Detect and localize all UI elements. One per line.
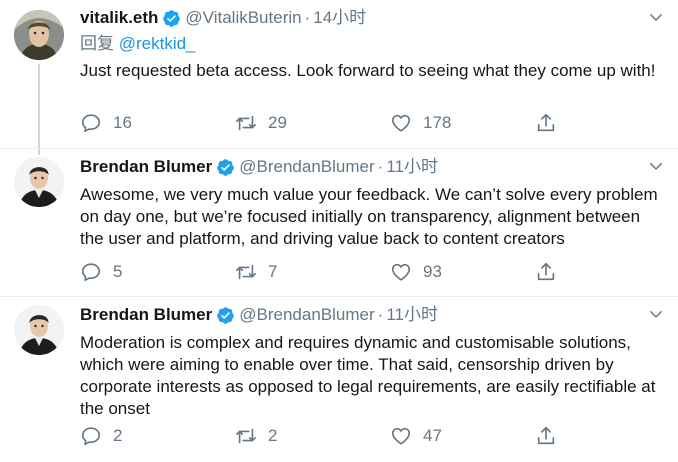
timestamp[interactable]: 11小时 (386, 155, 438, 179)
share-button[interactable] (535, 112, 678, 134)
verified-badge-icon (216, 306, 235, 325)
retweet-count: 2 (268, 426, 278, 445)
tweet-actions: 5 7 93 (80, 260, 678, 284)
retweet-icon (235, 112, 257, 134)
user-handle[interactable]: @BrendanBlumer (239, 303, 374, 327)
like-button[interactable]: 178 (390, 112, 535, 134)
retweet-icon (235, 261, 257, 283)
user-handle[interactable]: @BrendanBlumer (239, 155, 374, 179)
reply-prefix: 回复 (80, 34, 114, 53)
chevron-down-icon[interactable] (647, 8, 665, 26)
chevron-down-icon[interactable] (647, 157, 665, 175)
heart-icon (390, 425, 412, 447)
display-name[interactable]: Brendan Blumer (80, 155, 212, 179)
retweet-icon (235, 425, 257, 447)
thread-line (38, 149, 40, 155)
avatar[interactable] (14, 305, 64, 355)
share-button[interactable] (535, 425, 678, 447)
retweet-button[interactable]: 7 (235, 261, 390, 283)
display-name[interactable]: Brendan Blumer (80, 303, 212, 327)
avatar[interactable] (14, 10, 64, 60)
tweet-actions: 2 2 47 (80, 424, 678, 448)
like-count: 178 (423, 113, 452, 132)
reply-button[interactable]: 2 (80, 425, 235, 447)
separator-dot: · (377, 157, 384, 176)
like-button[interactable]: 93 (390, 261, 535, 283)
tweet-text: Moderation is complex and requires dynam… (80, 333, 656, 418)
share-icon (535, 261, 557, 283)
timestamp[interactable]: 11小时 (386, 303, 438, 327)
tweet-text: Awesome, we very much value your feedbac… (80, 185, 658, 248)
share-icon (535, 425, 557, 447)
separator-dot: · (304, 8, 311, 27)
retweet-count: 29 (268, 113, 287, 132)
heart-icon (390, 261, 412, 283)
user-handle[interactable]: @VitalikButerin (185, 6, 301, 30)
reply-button[interactable]: 16 (80, 112, 235, 134)
reply-button[interactable]: 5 (80, 261, 235, 283)
reply-count: 2 (113, 426, 123, 445)
tweet[interactable]: Brendan Blumer @BrendanBlumer · 11小时 Mod… (0, 296, 678, 462)
verified-badge-icon (216, 158, 235, 177)
share-button[interactable] (535, 261, 678, 283)
thread-line (38, 64, 40, 148)
tweet-actions: 16 29 178 (80, 111, 678, 135)
reply-count: 5 (113, 262, 123, 281)
reply-count: 16 (113, 113, 132, 132)
verified-badge-icon (162, 9, 181, 28)
reply-mention-link[interactable]: @rektkid_ (119, 34, 196, 53)
tweet[interactable]: vitalik.eth @VitalikButerin · 14小时 回复 @r… (0, 0, 678, 148)
retweet-count: 7 (268, 262, 278, 281)
like-button[interactable]: 47 (390, 425, 535, 447)
share-icon (535, 112, 557, 134)
retweet-button[interactable]: 2 (235, 425, 390, 447)
like-count: 93 (423, 262, 442, 281)
chevron-down-icon[interactable] (647, 305, 665, 323)
avatar[interactable] (14, 157, 64, 207)
reply-icon (80, 112, 102, 134)
timestamp[interactable]: 14小时 (313, 6, 366, 30)
reply-icon (80, 425, 102, 447)
retweet-button[interactable]: 29 (235, 112, 390, 134)
display-name[interactable]: vitalik.eth (80, 6, 158, 30)
separator-dot: · (377, 305, 384, 324)
reply-context: 回复 @rektkid_ (80, 33, 665, 55)
tweet-text: Just requested beta access. Look forward… (80, 61, 656, 80)
tweet[interactable]: Brendan Blumer @BrendanBlumer · 11小时 Awe… (0, 148, 678, 296)
reply-icon (80, 261, 102, 283)
like-count: 47 (423, 426, 442, 445)
heart-icon (390, 112, 412, 134)
